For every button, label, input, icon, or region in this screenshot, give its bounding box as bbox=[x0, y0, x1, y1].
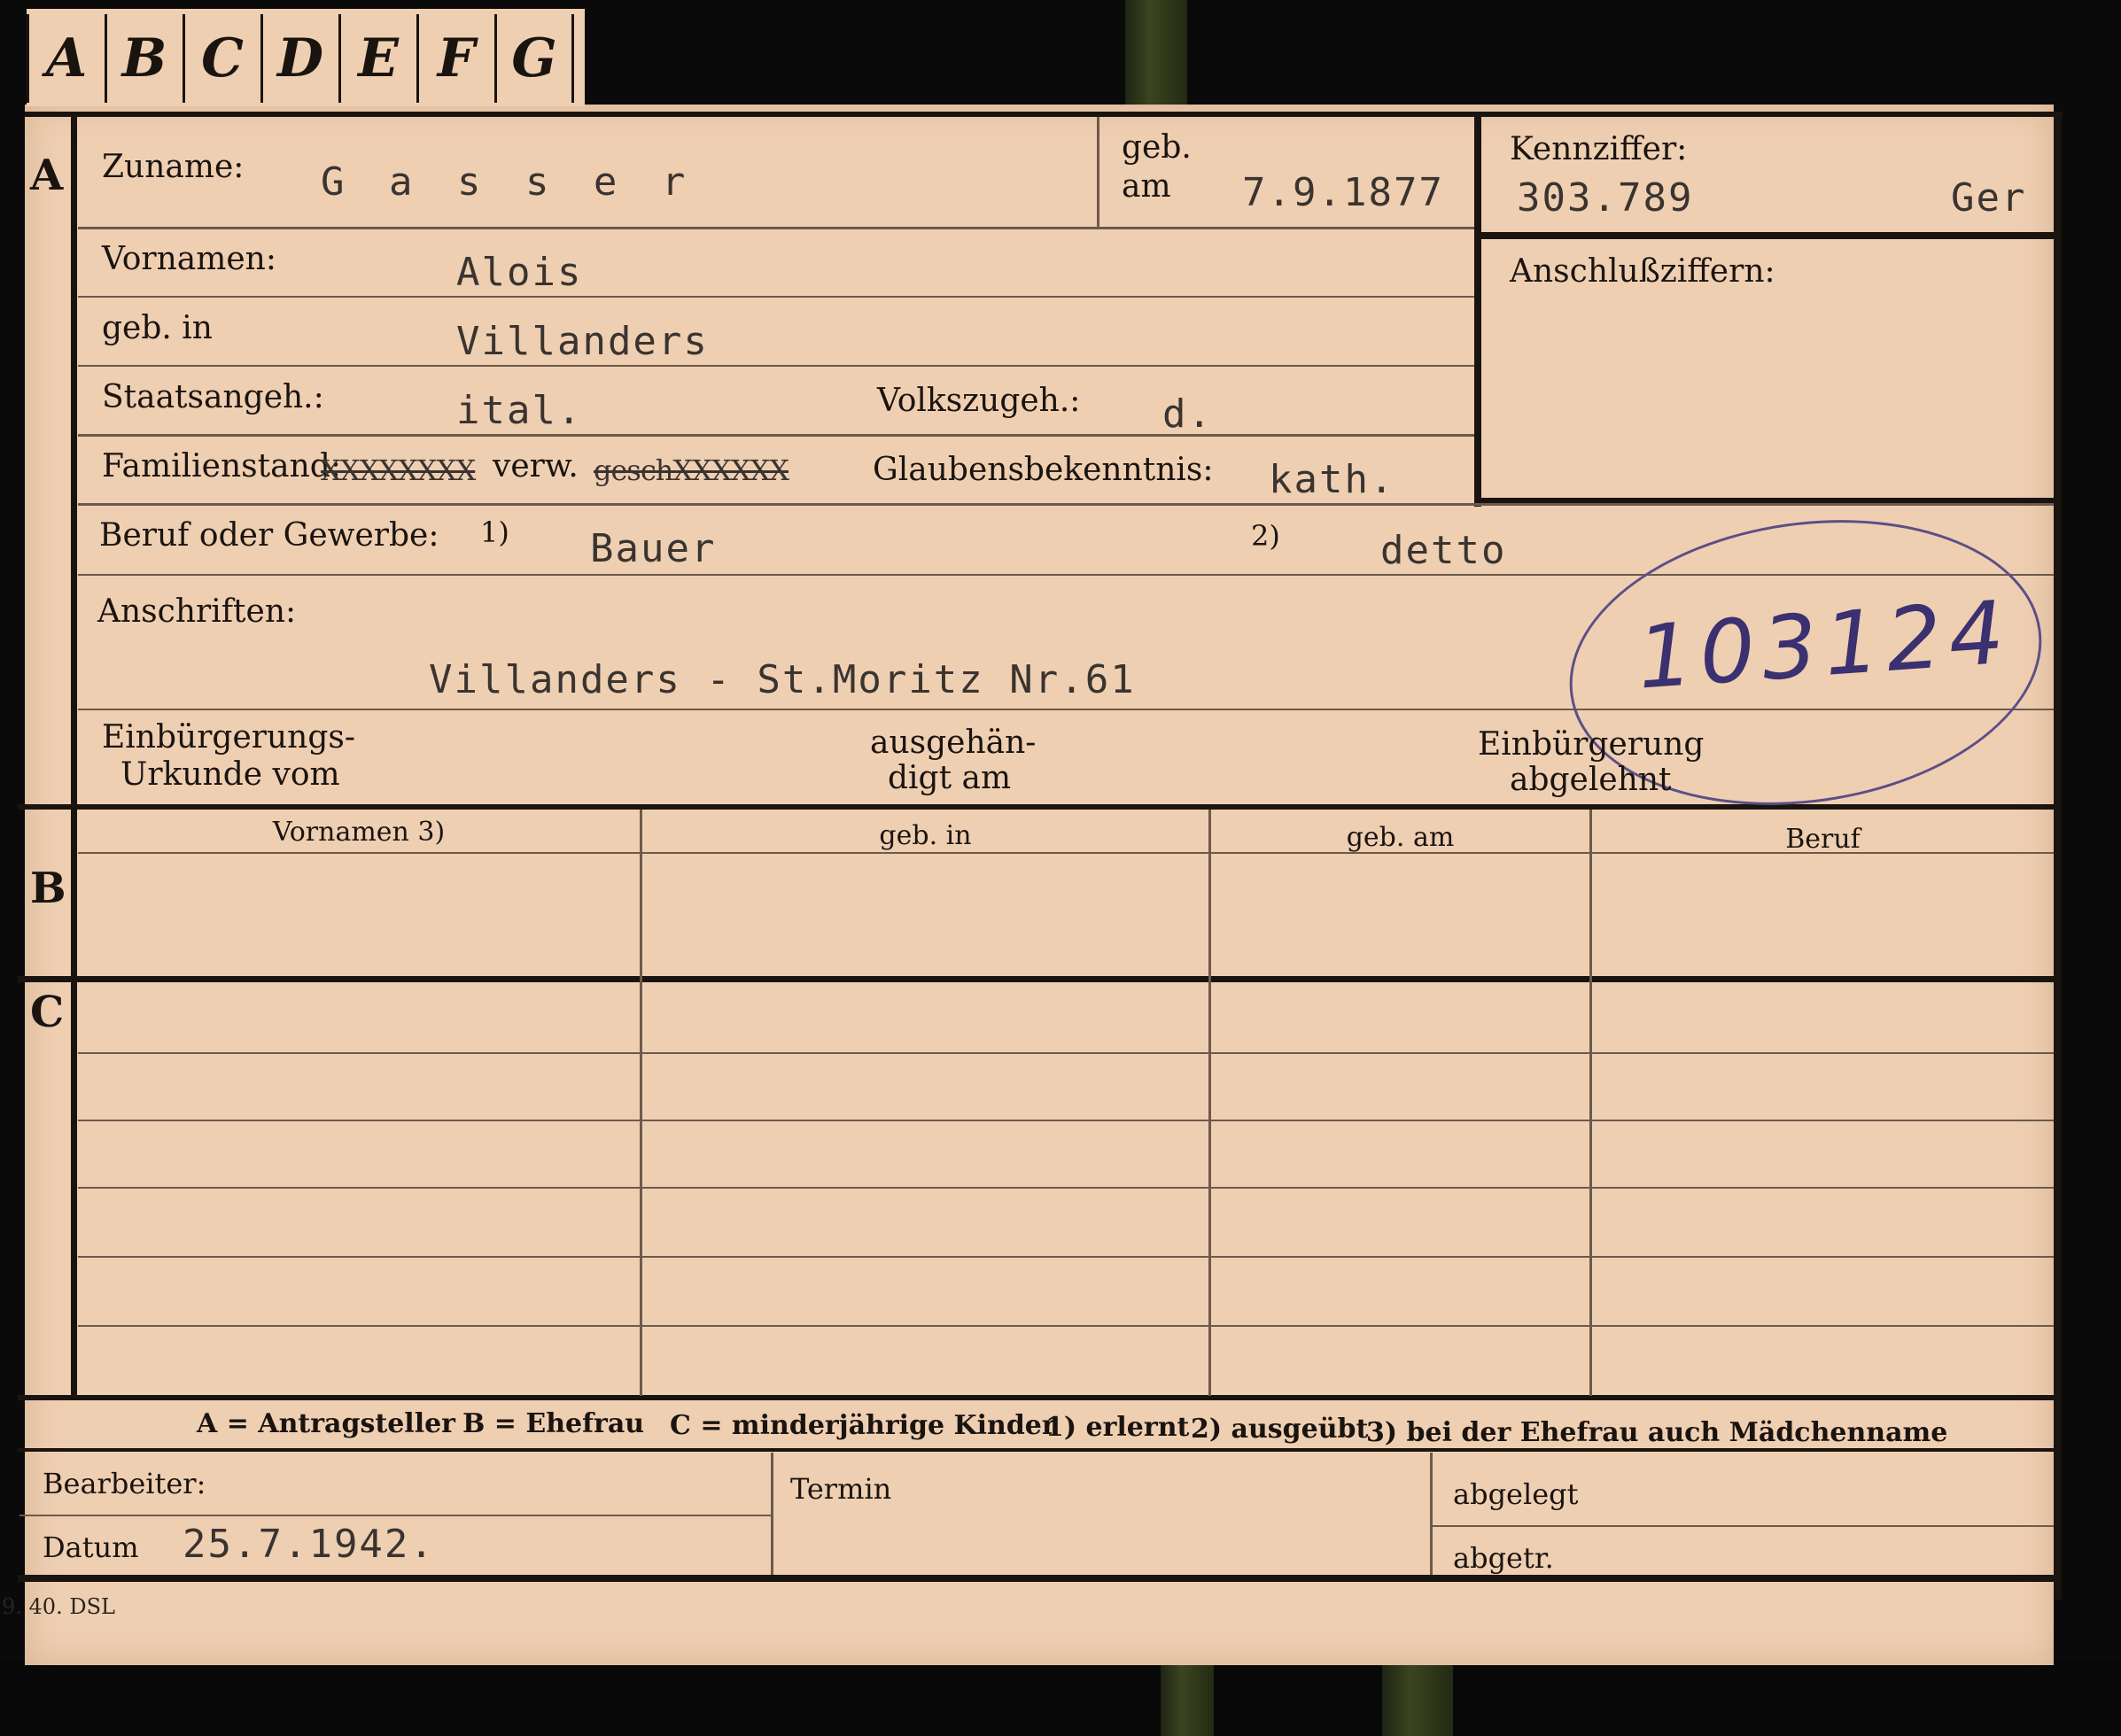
binder-clip-bottom-left bbox=[1161, 1665, 1214, 1736]
print-code: 9. 40. DSL bbox=[2, 1594, 115, 1619]
occupation-label: Beruf oder Gewerbe: bbox=[99, 517, 439, 554]
tab-b[interactable]: B bbox=[105, 14, 182, 103]
section-c-top-rule bbox=[18, 976, 2055, 982]
marital-selected: verw. bbox=[493, 448, 579, 484]
section-c-letter: C bbox=[30, 988, 65, 1037]
id-value: 303.789 bbox=[1517, 175, 1694, 221]
table-row bbox=[78, 1325, 2054, 1327]
born-divider bbox=[1097, 117, 1099, 227]
table-left-rule bbox=[71, 808, 77, 1399]
tab-e[interactable]: E bbox=[338, 14, 416, 103]
footer-rule bbox=[19, 1515, 771, 1516]
column-header-birthplace: geb. in bbox=[879, 820, 972, 851]
address-value: Villanders - St.Moritz Nr.61 bbox=[429, 657, 1136, 702]
binder-clip-bottom-right bbox=[1382, 1665, 1453, 1736]
legend-note-2: 2) ausgeübt bbox=[1191, 1414, 1369, 1445]
legend-a: A = Antragsteller bbox=[197, 1408, 455, 1439]
filed-label: abgelegt bbox=[1453, 1477, 1579, 1511]
occupation-practiced-value: detto bbox=[1380, 528, 1507, 573]
born-date-value: 7.9.1877 bbox=[1242, 170, 1444, 215]
occupation-footnote-2: 2) bbox=[1251, 519, 1280, 553]
birthplace-label: geb. in bbox=[102, 310, 213, 346]
legend-top-rule bbox=[18, 1395, 2055, 1400]
legend-note-3: 3) bei der Ehefrau auch Mädchenname bbox=[1366, 1417, 1948, 1448]
certificate-label-1: Einbürgerungs- bbox=[102, 719, 356, 756]
id-box-left-rule bbox=[1474, 117, 1481, 507]
tab-g[interactable]: G bbox=[494, 14, 574, 103]
column-rule bbox=[1208, 810, 1211, 1396]
card-right-rule bbox=[2054, 112, 2062, 1600]
column-rule bbox=[640, 810, 642, 1396]
legend-note-1: 1) erlernt bbox=[1045, 1412, 1190, 1443]
row-rule bbox=[78, 365, 1474, 367]
row-rule bbox=[78, 503, 2054, 506]
surname-label: Zuname: bbox=[102, 149, 245, 185]
religion-label: Glaubensbekenntnis: bbox=[873, 452, 1214, 488]
footer-divider bbox=[1430, 1453, 1433, 1575]
deadline-label: Termin bbox=[790, 1472, 892, 1506]
marital-struck-divorced: geschXXXXXX bbox=[594, 453, 789, 487]
handed-label-1: ausgehän- bbox=[870, 725, 1037, 761]
citizenship-label: Staatsangeh.: bbox=[102, 379, 324, 415]
citizenship-value: ital. bbox=[456, 388, 583, 433]
section-b-top-rule bbox=[18, 804, 2055, 810]
table-row bbox=[78, 1256, 2054, 1258]
column-header-birthdate: geb. am bbox=[1346, 822, 1455, 853]
sent-label: abgetr. bbox=[1453, 1541, 1554, 1575]
table-row bbox=[78, 1187, 2054, 1189]
footer-rule bbox=[1433, 1525, 2054, 1527]
marital-struck-single: XXXXXXXX bbox=[321, 453, 476, 487]
surname-value: G a s s e r bbox=[321, 159, 696, 205]
occupation-learned-value: Bauer bbox=[590, 526, 717, 571]
denied-label-1: Einbürgerung bbox=[1478, 726, 1705, 763]
birthplace-value: Villanders bbox=[456, 319, 709, 364]
column-rule bbox=[1589, 810, 1592, 1396]
binder-clip-top bbox=[1125, 0, 1187, 106]
id-box-mid-rule bbox=[1474, 232, 2055, 239]
occupation-footnote-1: 1) bbox=[480, 515, 509, 549]
marital-label: Familienstand: bbox=[102, 448, 341, 484]
letter-tab-row: A B C D E F G bbox=[27, 9, 585, 106]
firstnames-label: Vornamen: bbox=[102, 241, 276, 277]
handed-label-2: digt am bbox=[888, 760, 1012, 796]
tab-f[interactable]: F bbox=[416, 14, 493, 103]
table-row bbox=[78, 1052, 2054, 1054]
row-rule bbox=[78, 227, 1474, 229]
footer-divider bbox=[771, 1453, 773, 1575]
id-label: Kennziffer: bbox=[1510, 131, 1688, 167]
ethnicity-value: d. bbox=[1162, 391, 1213, 437]
denied-label-2: abgelehnt bbox=[1510, 762, 1672, 798]
address-label: Anschriften: bbox=[97, 593, 297, 630]
row-rule bbox=[78, 434, 1474, 437]
date-label: Datum bbox=[43, 1531, 139, 1564]
legend-c: C = minderjährige Kinder bbox=[670, 1410, 1056, 1441]
background-strip bbox=[0, 1661, 2121, 1736]
card-top-rule bbox=[25, 112, 2063, 117]
legend-bottom-rule bbox=[18, 1448, 2055, 1452]
tab-d[interactable]: D bbox=[260, 14, 338, 103]
attach-label: Anschlußziffern: bbox=[1510, 253, 1775, 290]
born-label-1: geb. bbox=[1122, 129, 1192, 166]
firstnames-value: Alois bbox=[456, 250, 583, 295]
row-rule bbox=[78, 296, 1474, 298]
section-a-letter: A bbox=[30, 151, 64, 200]
ethnicity-label: Volkszugeh.: bbox=[877, 383, 1081, 419]
tab-a[interactable]: A bbox=[27, 14, 104, 103]
id-suffix: Ger bbox=[1951, 175, 2027, 221]
table-row bbox=[78, 1120, 2054, 1121]
legend-b: B = Ehefrau bbox=[462, 1408, 645, 1439]
clerk-label: Bearbeiter: bbox=[43, 1467, 206, 1500]
religion-value: kath. bbox=[1269, 457, 1395, 502]
tab-c[interactable]: C bbox=[183, 14, 260, 103]
column-header-firstnames: Vornamen 3) bbox=[272, 817, 446, 848]
section-b-letter: B bbox=[30, 864, 66, 913]
certificate-label-2: Urkunde vom bbox=[120, 756, 340, 793]
card-bottom-rule bbox=[18, 1575, 2055, 1582]
column-header-occupation: Beruf bbox=[1785, 824, 1861, 855]
born-label-2: am bbox=[1122, 168, 1171, 205]
date-value: 25.7.1942. bbox=[183, 1522, 435, 1567]
